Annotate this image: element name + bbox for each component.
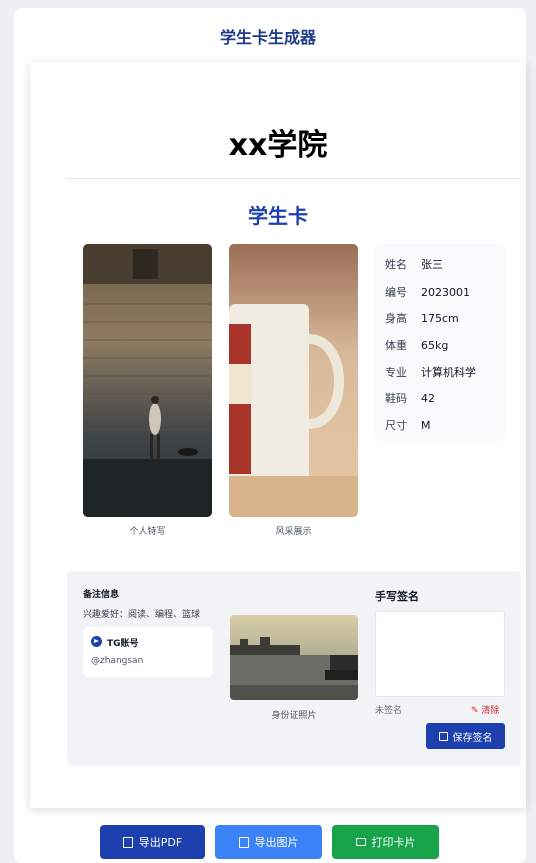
print-card-button[interactable]: 打印卡片 xyxy=(332,825,439,859)
info-value: 张三 xyxy=(421,258,443,271)
print-card-label: 打印卡片 xyxy=(371,836,416,849)
info-row-weight: 体重 65kg xyxy=(385,337,448,357)
id-photo-caption: 身份证照片 xyxy=(271,711,317,721)
save-signature-label: 保存签名 xyxy=(452,732,493,744)
clear-signature-label: 清除 xyxy=(481,706,500,716)
printer-icon xyxy=(355,838,366,846)
info-value: 计算机科学 xyxy=(421,366,476,379)
tg-account-box: TG账号 @zhangsan xyxy=(83,627,213,677)
image-file-icon xyxy=(238,836,249,848)
info-value: 65kg xyxy=(421,339,449,352)
info-label: 体重 xyxy=(385,339,407,352)
export-pdf-label: 导出PDF xyxy=(138,836,183,849)
tg-handle: @zhangsan xyxy=(91,656,144,666)
scenery-caption: 风采展示 xyxy=(275,527,312,537)
save-icon xyxy=(438,731,448,741)
pdf-file-icon xyxy=(122,836,133,848)
info-label: 编号 xyxy=(385,286,407,299)
info-value: 2023001 xyxy=(421,286,470,299)
id-photo[interactable] xyxy=(230,615,358,700)
info-value: 175cm xyxy=(421,312,459,325)
info-row-id: 编号 2023001 xyxy=(385,284,470,304)
export-image-label: 导出图片 xyxy=(254,836,299,849)
app-title: 学生卡生成器 xyxy=(219,28,316,47)
signature-pad[interactable] xyxy=(375,611,505,697)
card-title: 学生卡 xyxy=(248,204,308,228)
info-row-size: 尺寸 M xyxy=(385,417,431,437)
info-row-shoe-size: 鞋码 42 xyxy=(385,390,435,410)
hobbies-text: 兴趣爱好：阅读、编程、篮球 xyxy=(83,610,201,620)
card-bottom-section: 备注信息 兴趣爱好：阅读、编程、篮球 TG账号 @zhangsan 身份证照片 … xyxy=(67,571,521,766)
signature-status: 未签名 xyxy=(375,706,403,716)
info-label: 尺寸 xyxy=(385,419,407,432)
info-value: M xyxy=(421,419,431,432)
export-image-button[interactable]: 导出图片 xyxy=(215,825,322,859)
school-name: xx学院 xyxy=(228,128,328,163)
scenery-photo[interactable] xyxy=(229,244,358,517)
info-value: 42 xyxy=(421,392,435,405)
clear-signature-button[interactable]: ✎ 清除 xyxy=(471,703,499,716)
portrait-photo[interactable] xyxy=(83,244,212,517)
info-row-name: 姓名 张三 xyxy=(385,256,443,276)
divider xyxy=(66,178,520,179)
student-card: xx学院 学生卡 个人特写 风采展示 姓名 张三 编号 2023001 身高 1… xyxy=(30,62,526,808)
signature-title: 手写签名 xyxy=(375,590,419,603)
student-info-panel: 姓名 张三 编号 2023001 身高 175cm 体重 65kg 专业 计算机科学 鞋码… xyxy=(375,244,505,442)
save-signature-button[interactable]: 保存签名 xyxy=(426,723,505,749)
info-label: 专业 xyxy=(385,366,407,379)
portrait-caption: 个人特写 xyxy=(129,527,166,537)
telegram-icon xyxy=(91,636,102,647)
export-pdf-button[interactable]: 导出PDF xyxy=(100,825,205,859)
remarks-title: 备注信息 xyxy=(83,590,120,600)
info-label: 身高 xyxy=(385,312,407,325)
eraser-icon: ✎ xyxy=(471,706,479,716)
info-label: 姓名 xyxy=(385,258,407,271)
info-row-height: 身高 175cm xyxy=(385,310,459,330)
info-label: 鞋码 xyxy=(385,392,407,405)
tg-label: TG账号 xyxy=(107,639,139,649)
info-row-major: 专业 计算机科学 xyxy=(385,364,476,384)
